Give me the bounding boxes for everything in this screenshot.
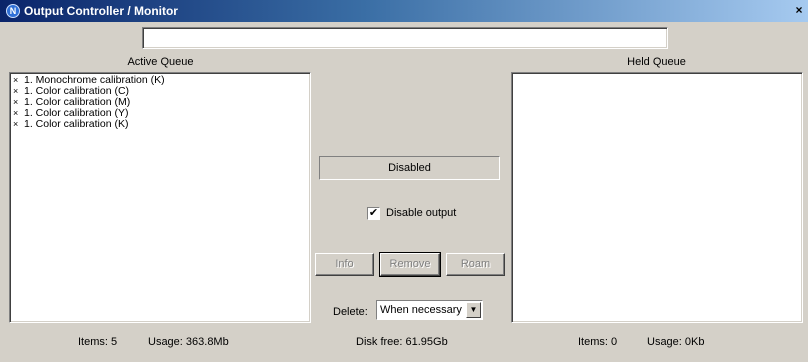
remove-button[interactable]: Remove [379, 252, 441, 277]
active-queue-list[interactable]: × 1. Monochrome calibration (K) × 1. Color… [9, 72, 311, 323]
window-title: Output Controller / Monitor [24, 4, 178, 18]
delete-label: Delete: [333, 306, 368, 318]
item-status-icon: × [13, 119, 19, 129]
delete-policy-select[interactable]: When necessary ▼ [376, 300, 483, 320]
list-item[interactable]: × 1. Color calibration (K) [10, 119, 310, 130]
disable-output-checkbox[interactable]: ✔ [367, 207, 380, 220]
disk-free: Disk free: 61.95Gb [356, 336, 448, 348]
item-status-icon: × [13, 97, 19, 107]
active-usage: Usage: 363.8Mb [148, 336, 229, 348]
held-queue-label: Held Queue [627, 56, 686, 68]
top-text-field[interactable] [142, 27, 668, 49]
held-usage: Usage: 0Kb [647, 336, 705, 348]
close-icon[interactable]: × [792, 3, 806, 18]
delete-policy-value: When necessary [380, 304, 462, 316]
disable-output-label[interactable]: Disable output [386, 207, 456, 219]
title-bar[interactable]: N Output Controller / Monitor × [0, 0, 808, 22]
chevron-down-icon[interactable]: ▼ [466, 302, 481, 318]
list-item-label: 1. Color calibration (K) [24, 118, 129, 130]
active-queue-label: Active Queue [127, 56, 194, 68]
active-items-count: Items: 5 [78, 336, 118, 348]
item-status-icon: × [13, 86, 19, 96]
info-button[interactable]: Info [315, 253, 374, 276]
app-icon: N [6, 4, 20, 18]
held-queue-list[interactable] [511, 72, 803, 323]
item-status-icon: × [13, 108, 19, 118]
output-status-display: Disabled [319, 156, 500, 180]
roam-button[interactable]: Roam [446, 253, 505, 276]
held-items-count: Items: 0 [578, 336, 618, 348]
item-status-icon: × [13, 75, 19, 85]
